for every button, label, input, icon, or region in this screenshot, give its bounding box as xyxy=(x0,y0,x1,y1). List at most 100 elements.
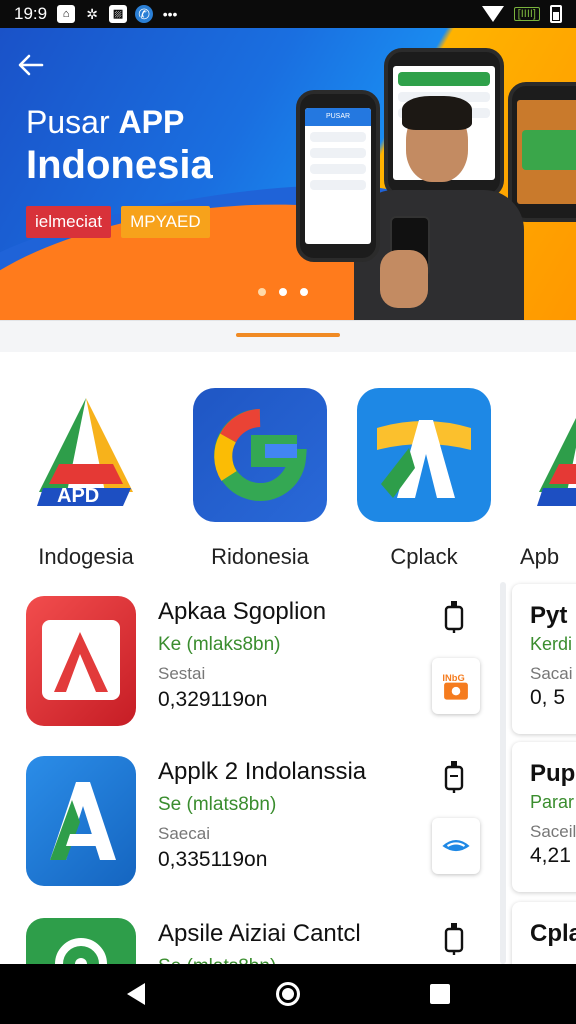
drag-handle[interactable] xyxy=(236,333,340,337)
triangle-a-logo-icon: APD xyxy=(37,398,133,507)
blue-a-app-icon xyxy=(50,782,116,860)
app-developer: Se (mlats8bn) xyxy=(158,956,276,964)
banner-title-light: Pusar xyxy=(26,104,110,140)
app-name: Apkaa Sgoplion xyxy=(158,598,327,625)
side-card-meta-value: 0, 5 xyxy=(530,686,566,709)
image-notification-icon: ▨ xyxy=(109,5,128,23)
carousel-dot-active[interactable] xyxy=(279,288,287,296)
back-button[interactable] xyxy=(16,50,46,80)
side-app-card[interactable]: Pyt Kerdi Sacai 0, 5 xyxy=(512,584,576,734)
carousel-dots xyxy=(258,288,308,296)
featured-app[interactable]: APD Indogesia xyxy=(16,388,156,570)
side-card-meta-label: Sacai xyxy=(530,664,573,683)
download-icon[interactable] xyxy=(442,922,466,956)
featured-app[interactable]: Cplack xyxy=(354,388,494,570)
list-item[interactable]: Apsile Aiziai Cantcl Se (mlats8bn) xyxy=(22,904,492,964)
home-circle-icon xyxy=(276,982,300,1006)
person-hand xyxy=(380,250,428,308)
list-item[interactable]: Apkaa Sgoplion Ke (mlaks8bn) Sestai 0,32… xyxy=(22,582,492,726)
featured-app-label: Apb xyxy=(520,544,560,569)
blue-a-logo-icon xyxy=(377,420,471,498)
red-a-app-icon xyxy=(26,596,136,726)
side-card-developer: Parar xyxy=(530,792,575,812)
phone-screen-title: PUSAR xyxy=(305,108,371,126)
eye-icon xyxy=(442,840,470,852)
phone-screen-row xyxy=(310,148,366,158)
featured-app[interactable]: Ridonesia xyxy=(190,388,330,570)
person-hair xyxy=(402,96,472,130)
back-triangle-icon xyxy=(127,983,145,1005)
badge-orange[interactable]: MPYAED xyxy=(121,206,210,238)
phone-screen-row xyxy=(310,132,366,142)
more-notifications-icon: ••• xyxy=(162,6,178,22)
featured-apps-row: APD Indogesia Ridonesia Cplack Apb xyxy=(0,352,576,582)
carousel-dot[interactable] xyxy=(300,288,308,296)
settings-notification-icon: ✲ xyxy=(86,6,98,22)
nav-recents-button[interactable] xyxy=(420,974,460,1014)
app-screen: 19:9 ⌂ ✲ ▨ ✆ ••• [IIII] Pusar APP Indone… xyxy=(0,0,576,1024)
phone-screen: PUSAR xyxy=(305,108,371,244)
banner-title: Pusar APP Indonesia xyxy=(26,104,213,188)
app-badge-icon: INbG xyxy=(442,673,468,700)
status-bar: 19:9 ⌂ ✲ ▨ ✆ ••• [IIII] xyxy=(0,0,576,28)
app-meta-label: Sestai xyxy=(158,664,206,683)
app-name: Apsile Aiziai Cantcl xyxy=(158,920,361,947)
side-card-title: Cpla xyxy=(530,920,576,947)
wifi-icon xyxy=(481,6,504,22)
red-a-app-icon xyxy=(42,620,120,700)
recents-square-icon xyxy=(430,984,450,1004)
battery-icon xyxy=(550,5,562,23)
app-store-panel: APD Indogesia Ridonesia Cplack Apb Apkaa… xyxy=(0,352,576,964)
download-icon[interactable] xyxy=(442,600,466,634)
nav-back-button[interactable] xyxy=(116,974,156,1014)
app-developer: Ke (mlaks8bn) xyxy=(158,634,281,655)
list-item[interactable]: Applk 2 Indolanssia Se (mlats8bn) Saecai… xyxy=(22,742,492,886)
app-badge-icon[interactable]: INbG xyxy=(432,658,480,714)
side-app-card[interactable]: Pup Parar Saceil 4,21 xyxy=(512,742,576,892)
blue-a-app-icon xyxy=(26,756,136,886)
blue-a-logo-icon xyxy=(357,388,491,522)
app-meta-value: 0,335119on xyxy=(158,848,268,871)
hero-banner[interactable]: Pusar APP Indonesia ielmeciat MPYAED PUS… xyxy=(0,28,576,320)
featured-app-label: Indogesia xyxy=(38,544,134,569)
vertical-scrollbar[interactable] xyxy=(500,582,506,964)
phone-screen-row xyxy=(310,164,366,174)
green-pin-app-icon xyxy=(55,938,107,964)
phone-screen-row xyxy=(310,180,366,190)
svg-text:APD: APD xyxy=(57,485,99,507)
triangle-a-logo-icon xyxy=(537,418,576,506)
messenger-notification-icon: ✆ xyxy=(135,5,154,23)
badge-red[interactable]: ielmeciat xyxy=(26,206,112,238)
banner-title-bold: APP xyxy=(118,104,185,140)
google-g-logo-icon xyxy=(214,409,307,501)
app-badge-icon[interactable] xyxy=(432,818,480,874)
status-right: [IIII] xyxy=(481,5,562,23)
home-notification-icon: ⌂ xyxy=(57,5,76,23)
nav-home-button[interactable] xyxy=(268,974,308,1014)
triangle-a-logo-icon: APD xyxy=(19,388,153,522)
banner-phone-image: PUSAR xyxy=(296,90,380,262)
app-badge-text: INbG xyxy=(442,673,464,683)
side-card-meta-label: Saceil xyxy=(530,822,576,841)
system-navigation-bar xyxy=(0,964,576,1024)
side-card-title: Pup xyxy=(530,760,576,787)
app-meta-value: 0,329119on xyxy=(158,688,268,711)
side-card-meta-value: 4,21 xyxy=(530,844,571,867)
app-list: Apkaa Sgoplion Ke (mlaks8bn) Sestai 0,32… xyxy=(0,582,576,964)
side-app-card[interactable]: Cpla xyxy=(512,902,576,964)
status-time: 19:9 xyxy=(14,4,48,23)
featured-app-label: Cplack xyxy=(390,544,458,569)
triangle-a-logo-icon xyxy=(519,388,576,522)
side-card-developer: Kerdi xyxy=(530,634,573,654)
carousel-dot[interactable] xyxy=(258,288,266,296)
green-pin-app-icon xyxy=(26,918,136,964)
featured-app[interactable]: Apb xyxy=(516,388,576,570)
back-arrow-icon xyxy=(18,54,44,76)
app-meta-label: Saecai xyxy=(158,824,210,843)
banner-title-line2: Indonesia xyxy=(26,143,213,187)
app-name: Applk 2 Indolanssia xyxy=(158,758,367,785)
download-icon[interactable] xyxy=(442,760,466,794)
featured-app-label: Ridonesia xyxy=(211,544,309,569)
banner-badges: ielmeciat MPYAED xyxy=(26,206,210,238)
google-g-logo-icon xyxy=(193,388,327,522)
